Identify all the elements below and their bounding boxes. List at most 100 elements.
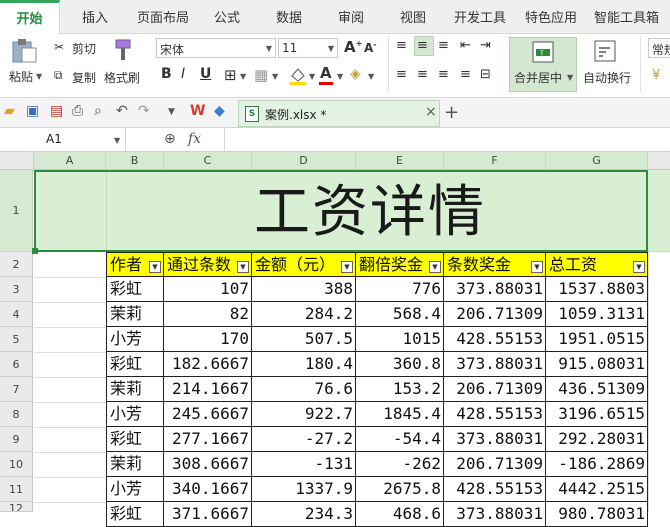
cell-count-bonus[interactable]: 373.88031 bbox=[444, 277, 546, 302]
tab-home[interactable]: 开始 bbox=[0, 0, 60, 34]
cell-amount[interactable]: 180.4 bbox=[252, 352, 356, 377]
redo-icon[interactable]: ↷ bbox=[138, 103, 150, 119]
clear-format-icon[interactable]: ◈ bbox=[350, 66, 361, 82]
align-center-icon[interactable]: ≡ bbox=[417, 67, 428, 82]
column-header-e[interactable]: E bbox=[356, 152, 444, 170]
paste-icon[interactable] bbox=[10, 38, 38, 64]
cell-author[interactable]: 彩虹 bbox=[106, 427, 164, 452]
cell-total[interactable]: 1537.8803 bbox=[546, 277, 648, 302]
cell-count[interactable]: 340.1667 bbox=[164, 477, 252, 502]
fill-pattern-dropdown-icon[interactable]: ▼ bbox=[272, 72, 278, 81]
fill-pattern-icon[interactable]: ▦ bbox=[254, 66, 268, 84]
cell-count-bonus[interactable]: 428.55153 bbox=[444, 327, 546, 352]
column-header-h[interactable] bbox=[648, 152, 670, 170]
align-right-icon[interactable]: ≡ bbox=[438, 67, 449, 82]
cell-amount[interactable]: 76.6 bbox=[252, 377, 356, 402]
tab-view[interactable]: 视图 bbox=[400, 0, 426, 34]
new-tab-icon[interactable]: + bbox=[444, 102, 459, 123]
cell-count[interactable]: 371.6667 bbox=[164, 502, 252, 527]
align-bottom-icon[interactable]: ≡ bbox=[438, 38, 449, 53]
filter-dropdown-icon[interactable]: ▼ bbox=[149, 261, 161, 273]
cell-count[interactable]: 308.6667 bbox=[164, 452, 252, 477]
cell-total[interactable]: -186.2869 bbox=[546, 452, 648, 477]
font-color-icon[interactable]: A bbox=[320, 64, 332, 82]
cell-double-bonus[interactable]: -262 bbox=[356, 452, 444, 477]
filter-dropdown-icon[interactable]: ▼ bbox=[237, 261, 249, 273]
cell-amount[interactable]: 284.2 bbox=[252, 302, 356, 327]
clear-format-dropdown-icon[interactable]: ▼ bbox=[368, 72, 374, 81]
justify-icon[interactable]: ≡ bbox=[460, 67, 471, 82]
tab-formulas[interactable]: 公式 bbox=[214, 0, 240, 34]
cell-total[interactable]: 436.51309 bbox=[546, 377, 648, 402]
cell-amount[interactable]: 388 bbox=[252, 277, 356, 302]
cell-count-bonus[interactable]: 373.88031 bbox=[444, 427, 546, 452]
tab-special[interactable]: 特色应用 bbox=[525, 0, 577, 34]
tab-page-layout[interactable]: 页面布局 bbox=[137, 0, 189, 34]
cell-total[interactable]: 915.08031 bbox=[546, 352, 648, 377]
cell-count-bonus[interactable]: 428.55153 bbox=[444, 477, 546, 502]
cell-amount[interactable]: 507.5 bbox=[252, 327, 356, 352]
cell-count[interactable]: 170 bbox=[164, 327, 252, 352]
cell-count[interactable]: 277.1667 bbox=[164, 427, 252, 452]
row-header-10[interactable]: 10 bbox=[0, 452, 33, 477]
cell-double-bonus[interactable]: 568.4 bbox=[356, 302, 444, 327]
filter-dropdown-icon[interactable]: ▼ bbox=[429, 261, 441, 273]
row-header-5[interactable]: 5 bbox=[0, 327, 33, 352]
number-format-select[interactable]: 常规 bbox=[648, 38, 670, 58]
row-header-12[interactable]: 12 bbox=[0, 502, 33, 512]
cell-count-bonus[interactable]: 428.55153 bbox=[444, 402, 546, 427]
select-all-corner[interactable] bbox=[0, 152, 34, 170]
column-header-g[interactable]: G bbox=[546, 152, 648, 170]
export-pdf-icon[interactable]: ▤ bbox=[50, 103, 63, 119]
cell-count-bonus[interactable]: 206.71309 bbox=[444, 377, 546, 402]
cell-total[interactable]: 292.28031 bbox=[546, 427, 648, 452]
wps-logo-icon[interactable]: W bbox=[190, 103, 205, 119]
cell-double-bonus[interactable]: 2675.8 bbox=[356, 477, 444, 502]
cell-author[interactable]: 彩虹 bbox=[106, 352, 164, 377]
font-size-select[interactable]: 11 ▼ bbox=[278, 38, 338, 58]
cell-total[interactable]: 3196.6515 bbox=[546, 402, 648, 427]
filter-dropdown-icon[interactable]: ▼ bbox=[531, 261, 543, 273]
cell-author[interactable]: 小芳 bbox=[106, 327, 164, 352]
font-name-select[interactable]: 宋体 ▼ bbox=[156, 38, 276, 58]
paste-dropdown-icon[interactable]: ▼ bbox=[36, 72, 42, 81]
formula-input[interactable] bbox=[224, 128, 670, 151]
cell-double-bonus[interactable]: -54.4 bbox=[356, 427, 444, 452]
cell-double-bonus[interactable]: 360.8 bbox=[356, 352, 444, 377]
format-painter-button[interactable]: 格式刷 bbox=[104, 69, 140, 86]
column-header-b[interactable]: B bbox=[106, 152, 164, 170]
row-header-9[interactable]: 9 bbox=[0, 427, 33, 452]
cell-count-bonus[interactable]: 373.88031 bbox=[444, 502, 546, 527]
row-header-7[interactable]: 7 bbox=[0, 377, 33, 402]
tab-toolbox[interactable]: 智能工具箱 bbox=[594, 0, 659, 34]
borders-dropdown-icon[interactable]: ▼ bbox=[240, 72, 246, 81]
row-header-11[interactable]: 11 bbox=[0, 477, 33, 502]
cell-double-bonus[interactable]: 1845.4 bbox=[356, 402, 444, 427]
cell-amount[interactable]: 1337.9 bbox=[252, 477, 356, 502]
cell-count[interactable]: 107 bbox=[164, 277, 252, 302]
cell-double-bonus[interactable]: 1015 bbox=[356, 327, 444, 352]
cell-total[interactable]: 1059.3131 bbox=[546, 302, 648, 327]
cut-button[interactable]: 剪切 bbox=[72, 40, 96, 57]
currency-icon[interactable]: ¥ bbox=[652, 68, 660, 83]
paste-button[interactable]: 粘贴 bbox=[9, 68, 33, 85]
cell-amount[interactable]: -27.2 bbox=[252, 427, 356, 452]
tab-insert[interactable]: 插入 bbox=[82, 0, 108, 34]
insert-function-button[interactable]: fx bbox=[188, 131, 201, 147]
increase-indent-icon[interactable]: ⇥ bbox=[480, 38, 491, 53]
cell-author[interactable]: 小芳 bbox=[106, 402, 164, 427]
column-header-c[interactable]: C bbox=[164, 152, 252, 170]
wrap-text-icon[interactable] bbox=[594, 40, 616, 62]
title-cell[interactable]: 工资详情 bbox=[32, 170, 648, 254]
align-top-icon[interactable]: ≡ bbox=[396, 38, 407, 53]
borders-icon[interactable]: ⊞ bbox=[224, 66, 237, 84]
cell-count[interactable]: 214.1667 bbox=[164, 377, 252, 402]
cell-count-bonus[interactable]: 373.88031 bbox=[444, 352, 546, 377]
print-preview-icon[interactable]: ⌕ bbox=[94, 103, 102, 119]
row-header-8[interactable]: 8 bbox=[0, 402, 33, 427]
wrap-text-button[interactable]: 自动换行 bbox=[583, 69, 631, 86]
document-tab[interactable]: S 案例.xlsx * × bbox=[238, 100, 440, 127]
cell-double-bonus[interactable]: 776 bbox=[356, 277, 444, 302]
undo-icon[interactable]: ↶ bbox=[116, 103, 128, 119]
cell-author[interactable]: 小芳 bbox=[106, 477, 164, 502]
